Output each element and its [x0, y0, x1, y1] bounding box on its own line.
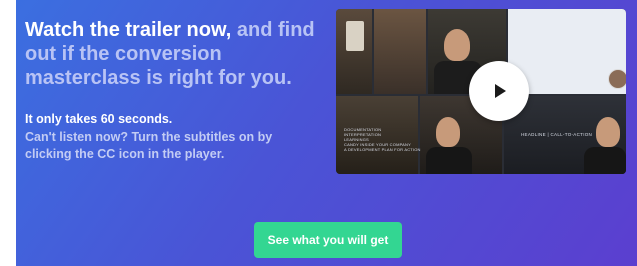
- trailer-video-player[interactable]: DOCUMENTATION INTERPRETATION LEARNINGS C…: [336, 9, 626, 174]
- subtitles-note: Can't listen now? Turn the subtitles on …: [25, 130, 273, 161]
- play-icon: [495, 84, 506, 98]
- video-thumbnail-tile: [336, 9, 372, 94]
- headline-strong: Watch the trailer now,: [25, 19, 232, 41]
- video-thumbnail-tile: [374, 9, 450, 94]
- hero-headline: Watch the trailer now, and find out if t…: [25, 18, 325, 90]
- presenter-face-image: [596, 117, 620, 147]
- video-overlay-caption: HEADLINE | CALL-TO-ACTION: [521, 132, 593, 137]
- presenter-face-image: [444, 29, 470, 61]
- duration-note: It only takes 60 seconds.: [25, 112, 173, 126]
- avatar: [608, 69, 626, 89]
- presenter-body-image: [426, 147, 472, 174]
- hero-section: Watch the trailer now, and find out if t…: [16, 0, 637, 266]
- presenter-face-image: [436, 117, 460, 147]
- phone-image: [346, 21, 364, 51]
- video-overlay-list: DOCUMENTATION INTERPRETATION LEARNINGS C…: [344, 127, 421, 152]
- presenter-body-image: [584, 147, 626, 174]
- see-what-you-get-button[interactable]: See what you will get: [254, 222, 402, 258]
- play-button[interactable]: [469, 61, 529, 121]
